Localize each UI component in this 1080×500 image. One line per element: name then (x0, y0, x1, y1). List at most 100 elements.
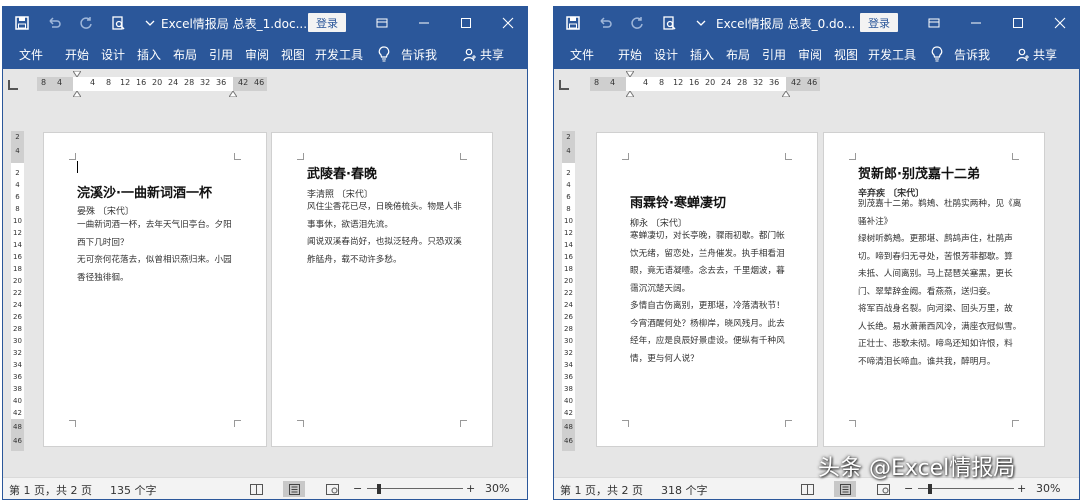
tell-me-box[interactable]: 告诉我 (954, 46, 990, 63)
right-indent-icon[interactable] (782, 91, 790, 97)
share-button[interactable]: 共享 (463, 46, 504, 63)
tab-layout[interactable]: 布局 (726, 46, 750, 63)
undo-icon[interactable] (596, 14, 614, 32)
document-page[interactable]: 浣溪沙·一曲新词酒一杯 晏殊 〔宋代〕 一曲新词酒一杯，去年天气旧亭台。夕阳 西… (43, 132, 267, 447)
tab-file[interactable]: 文件 (19, 46, 43, 63)
close-icon[interactable] (487, 7, 527, 39)
poem-line: 闻说双溪春尚好，也拟泛轻舟。只恐双溪 (307, 237, 462, 247)
print-layout-icon[interactable] (283, 481, 305, 497)
vertical-ruler[interactable]: 2 4 2 4 6 8 10 12 14 16 18 20 22 24 26 2… (562, 131, 575, 451)
ruler-tick: 42 (238, 78, 249, 87)
first-line-indent-icon[interactable] (626, 71, 634, 77)
zoom-out-button[interactable]: − (904, 482, 913, 495)
save-icon[interactable] (13, 14, 31, 32)
tab-review[interactable]: 审阅 (798, 46, 822, 63)
chevron-down-icon[interactable] (141, 14, 159, 32)
hanging-indent-icon[interactable] (626, 91, 634, 97)
page-count[interactable]: 第 1 页，共 2 页 (9, 482, 92, 498)
zoom-slider[interactable] (367, 488, 463, 489)
tab-view[interactable]: 视图 (281, 46, 305, 63)
title-bar[interactable]: Excel情报局 总表_1.doc... 登录 (3, 7, 527, 39)
minimize-icon[interactable] (955, 7, 997, 39)
ruler-tick: 4 (610, 78, 616, 87)
maximize-icon[interactable] (997, 7, 1039, 39)
maximize-icon[interactable] (445, 7, 487, 39)
ruler-tick: 36 (564, 373, 573, 381)
ruler-tick: 42 (564, 409, 573, 417)
web-layout-icon[interactable] (872, 481, 894, 497)
tab-home[interactable]: 开始 (65, 46, 89, 63)
ruler-tick: 34 (13, 361, 22, 369)
ruler-tick: 18 (564, 265, 573, 273)
zoom-level[interactable]: 30% (485, 482, 509, 495)
tell-me-box[interactable]: 告诉我 (401, 46, 437, 63)
page-count[interactable]: 第 1 页，共 2 页 (560, 482, 643, 498)
tab-selector-icon[interactable] (8, 80, 18, 90)
tab-insert[interactable]: 插入 (137, 46, 161, 63)
save-icon[interactable] (564, 14, 582, 32)
redo-icon[interactable] (628, 14, 646, 32)
tab-insert[interactable]: 插入 (690, 46, 714, 63)
ruler-tick: 48 (13, 423, 22, 431)
document-page[interactable]: 武陵春·春晚 李清照 〔宋代〕 风住尘香花已尽，日晚倦梳头。物是人非 事事休，欲… (271, 132, 493, 447)
zoom-out-button[interactable]: − (353, 482, 362, 495)
document-page[interactable]: 雨霖铃·寒蝉凄切 柳永 〔宋代〕 寒蝉凄切，对长亭晚，骤雨初歇。都门帐 饮无绪，… (596, 132, 818, 447)
read-mode-icon[interactable] (245, 481, 267, 497)
print-layout-icon[interactable] (834, 481, 856, 497)
ruler-row: 8 4 4 8 12 16 20 24 28 32 36 42 46 (3, 69, 527, 97)
title-bar[interactable]: Excel情报局 总表_0.do... 登录 (554, 7, 1079, 39)
print-preview-icon[interactable] (109, 14, 127, 32)
hanging-indent-icon[interactable] (73, 91, 81, 97)
zoom-level[interactable]: 30% (1036, 482, 1060, 495)
word-count[interactable]: 135 个字 (110, 482, 157, 498)
tab-developer[interactable]: 开发工具 (868, 46, 916, 63)
poem-line: 舴艋舟，载不动许多愁。 (307, 254, 402, 265)
zoom-slider-thumb[interactable] (377, 484, 381, 494)
horizontal-ruler[interactable]: 8 4 4 8 12 16 20 24 28 32 36 42 46 (37, 71, 267, 97)
read-mode-icon[interactable] (796, 481, 818, 497)
redo-icon[interactable] (77, 14, 95, 32)
tab-design[interactable]: 设计 (654, 46, 678, 63)
zoom-slider-thumb[interactable] (928, 484, 932, 494)
tab-developer[interactable]: 开发工具 (315, 46, 363, 63)
ribbon-display-icon[interactable] (361, 7, 403, 39)
tab-references[interactable]: 引用 (209, 46, 233, 63)
login-button[interactable]: 登录 (860, 13, 898, 32)
poem-line: 将军百战身名裂。向河梁、回头万里，故 (858, 304, 1013, 314)
tab-design[interactable]: 设计 (101, 46, 125, 63)
word-window-right: Excel情报局 总表_0.do... 登录 文件 开始 设计 插入 布局 引用… (553, 6, 1080, 500)
zoom-in-button[interactable]: + (1017, 482, 1026, 495)
print-preview-icon[interactable] (660, 14, 678, 32)
tab-references[interactable]: 引用 (762, 46, 786, 63)
tab-selector-icon[interactable] (559, 80, 569, 90)
ruler-tick: 4 (90, 78, 96, 87)
document-page[interactable]: 贺新郎·别茂嘉十二弟 辛弃疾 〔宋代〕 别茂嘉十二弟。鹈鴂、杜鹃实两种，见《离 … (823, 132, 1045, 447)
chevron-down-icon[interactable] (692, 14, 710, 32)
tab-view[interactable]: 视图 (834, 46, 858, 63)
tab-layout[interactable]: 布局 (173, 46, 197, 63)
undo-icon[interactable] (45, 14, 63, 32)
vertical-ruler[interactable]: 2 4 2 4 6 8 10 12 14 16 18 20 22 24 26 2… (11, 131, 24, 451)
zoom-slider[interactable] (918, 488, 1014, 489)
tab-review[interactable]: 审阅 (245, 46, 269, 63)
ruler-tick: 28 (564, 325, 573, 333)
zoom-in-button[interactable]: + (466, 482, 475, 495)
share-button[interactable]: 共享 (1016, 46, 1057, 63)
poem-body: 寒蝉凄切，对长亭晚，骤雨初歇。都门帐 饮无绪，留恋处，兰舟催发。执手相看泪 眼，… (630, 228, 785, 368)
poem-title: 浣溪沙·一曲新词酒一杯 (77, 186, 212, 201)
tab-home[interactable]: 开始 (618, 46, 642, 63)
first-line-indent-icon[interactable] (73, 71, 81, 77)
ruler-tick: 32 (200, 78, 211, 87)
ribbon-display-icon[interactable] (913, 7, 955, 39)
web-layout-icon[interactable] (321, 481, 343, 497)
login-button[interactable]: 登录 (308, 13, 346, 32)
person-icon (463, 48, 476, 61)
close-icon[interactable] (1039, 7, 1079, 39)
tab-file[interactable]: 文件 (570, 46, 594, 63)
ruler-tick: 22 (564, 289, 573, 297)
word-count[interactable]: 318 个字 (661, 482, 708, 498)
poem-body: 一曲新词酒一杯，去年天气旧亭台。夕阳 西下几时回？ 无可奈何花落去，似曾相识燕归… (77, 217, 232, 287)
minimize-icon[interactable] (403, 7, 445, 39)
horizontal-ruler[interactable]: 8 4 4 8 12 16 20 24 28 32 36 42 46 (590, 71, 820, 97)
right-indent-icon[interactable] (229, 91, 237, 97)
